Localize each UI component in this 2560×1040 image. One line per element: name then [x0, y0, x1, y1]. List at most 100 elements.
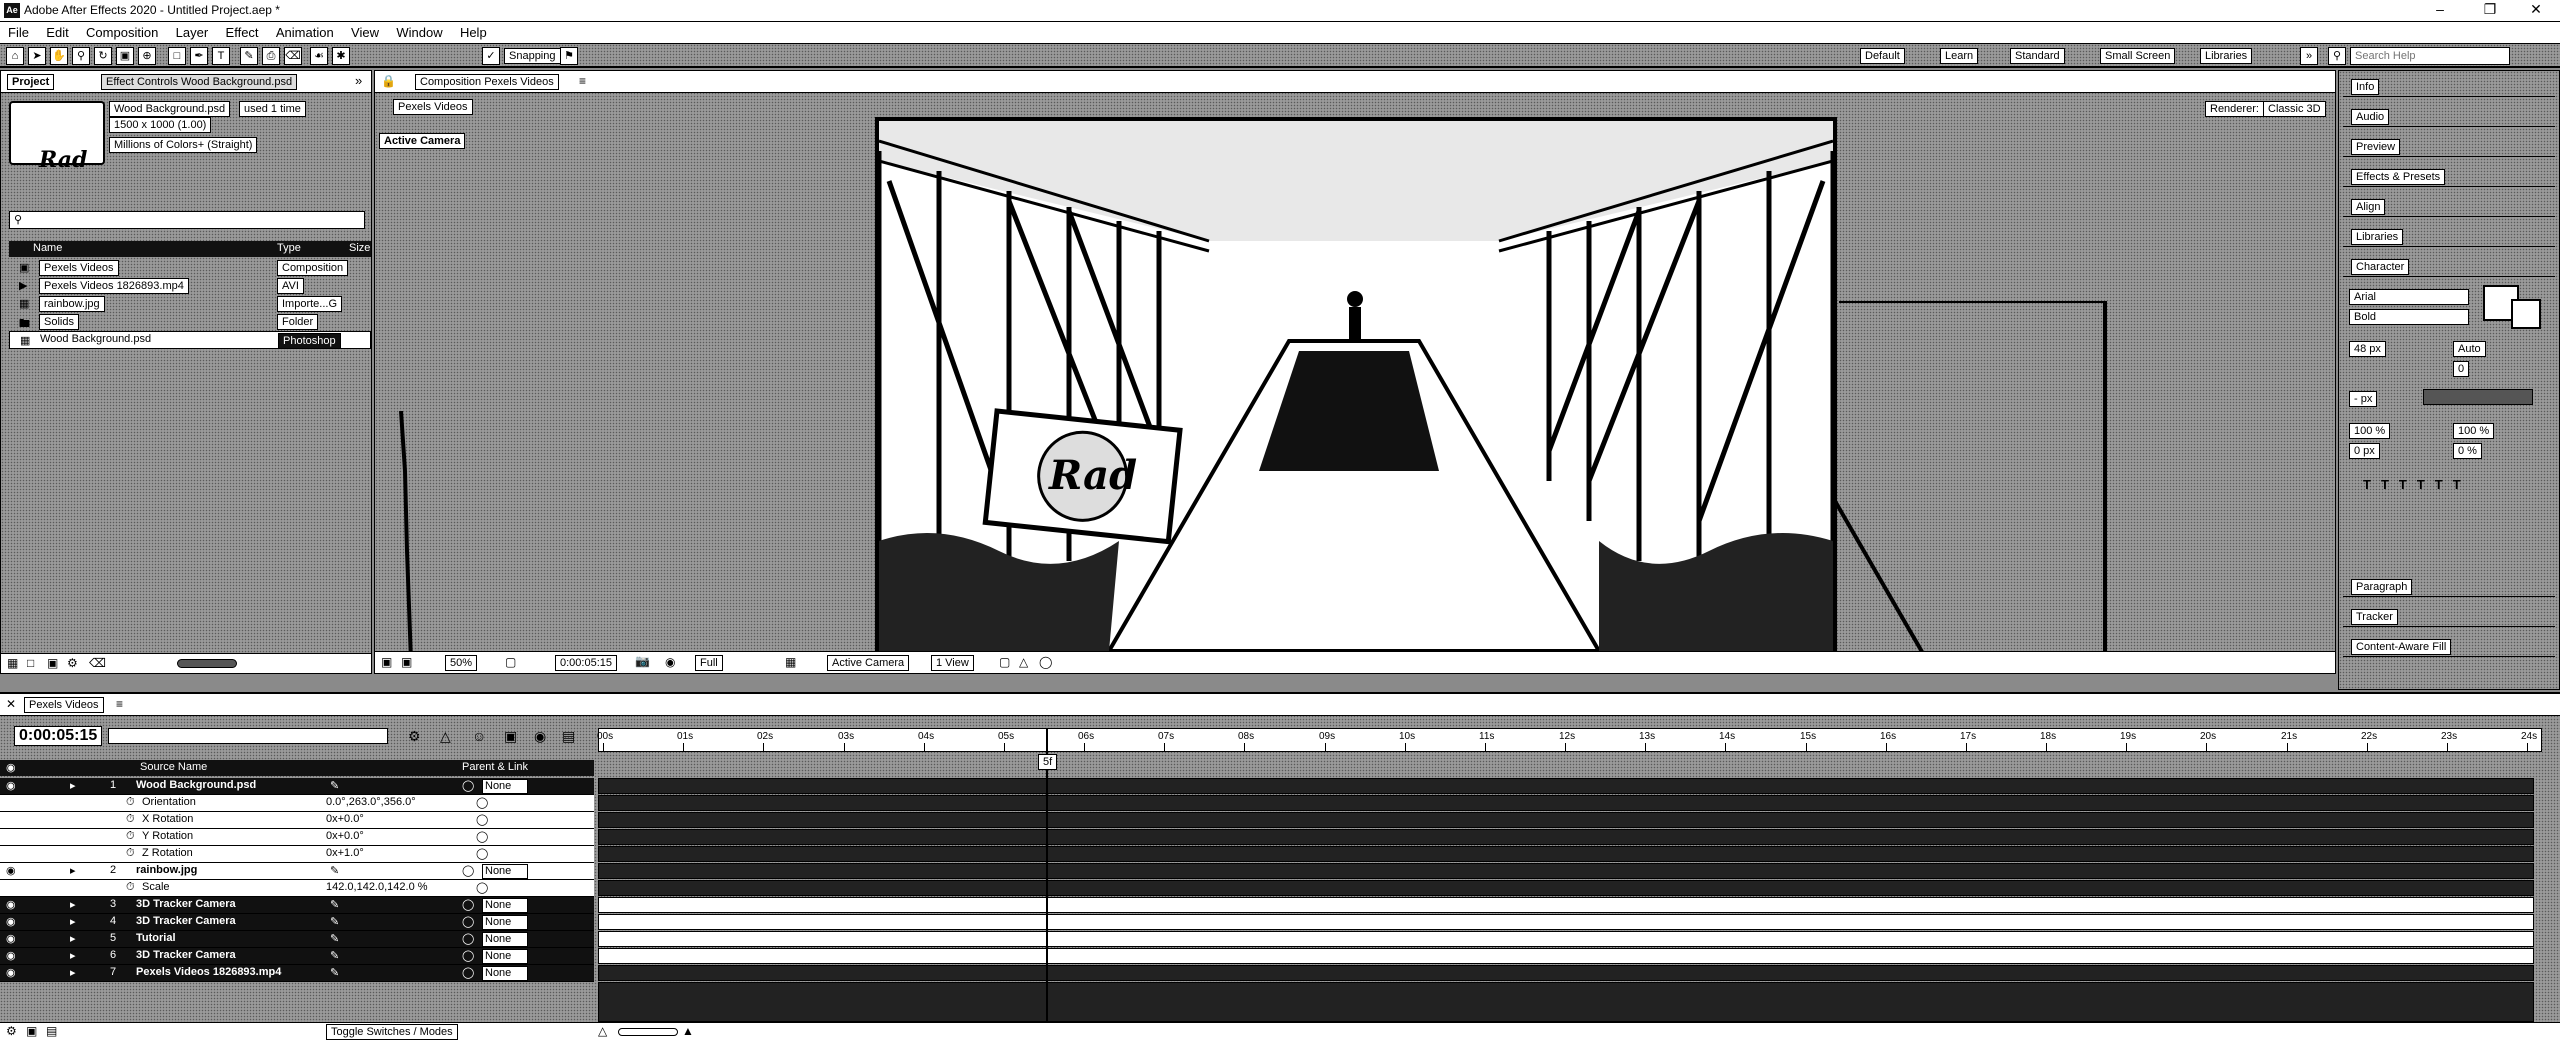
leading-field[interactable]: Auto	[2453, 341, 2486, 357]
always-preview-icon[interactable]: ▣	[381, 655, 392, 669]
list-item[interactable]: ▣ Pexels Videos Composition	[9, 259, 371, 277]
fast-previews-icon[interactable]: ▣	[401, 655, 412, 669]
layer-duration-bar[interactable]	[598, 880, 2534, 896]
expand-chevron-icon[interactable]: ▸	[70, 966, 76, 979]
property-row[interactable]: ⏱ Scale 142.0,142.0,142.0 % ◯	[0, 880, 594, 897]
workspace-overflow-icon[interactable]: »	[2300, 47, 2318, 65]
property-row[interactable]: ⏱ X Rotation 0x+0.0° ◯	[0, 812, 594, 829]
property-value[interactable]: 0x+0.0°	[326, 813, 364, 825]
current-time-indicator[interactable]	[1046, 728, 1048, 1038]
property-value[interactable]: 0.0°,263.0°,356.0°	[326, 796, 416, 808]
eye-icon[interactable]: ◉	[6, 915, 16, 928]
view-layout-dropdown[interactable]: 1 View	[931, 655, 974, 671]
workspace-learn[interactable]: Learn	[1940, 48, 1979, 64]
type-tool-icon[interactable]: T	[212, 47, 230, 65]
layer-duration-bar[interactable]	[598, 914, 2534, 930]
frame-blending-icon[interactable]: ▣	[504, 728, 517, 745]
tsume-field[interactable]: 0 %	[2453, 443, 2482, 459]
camera-view-dropdown[interactable]: Active Camera	[827, 655, 910, 671]
settings-icon[interactable]: ⚙	[67, 656, 78, 670]
parent-dropdown[interactable]: None	[482, 915, 529, 930]
snapshot-camera-icon[interactable]: 📷	[635, 654, 650, 668]
tab-timeline[interactable]: Pexels Videos	[24, 697, 104, 713]
font-style-dropdown[interactable]: Bold	[2349, 309, 2469, 325]
expand-chevron-icon[interactable]: ▸	[70, 898, 76, 911]
parent-dropdown[interactable]: None	[482, 949, 529, 964]
snapping-checkbox[interactable]: ✓	[482, 47, 500, 65]
toggle-switches-modes-button[interactable]: Toggle Switches / Modes	[326, 1024, 458, 1040]
switches-icon[interactable]: ✎	[330, 932, 339, 945]
list-item[interactable]: 🖿 Solids Folder	[9, 313, 371, 331]
parent-dropdown[interactable]: None	[482, 932, 529, 947]
snap-options-icon[interactable]: ⚑	[560, 47, 578, 65]
eye-icon[interactable]: ◉	[6, 966, 16, 979]
layer-duration-bar[interactable]	[598, 863, 2534, 879]
menu-effect[interactable]: Effect	[218, 22, 265, 40]
panel-audio[interactable]: Audio	[2343, 105, 2555, 127]
stopwatch-icon[interactable]: ⏱	[126, 813, 135, 826]
minimize-icon[interactable]: –	[2420, 1, 2460, 17]
draft-3d-icon[interactable]: △	[440, 728, 451, 745]
brush-tool-icon[interactable]: ✎	[240, 47, 258, 65]
composition-viewer[interactable]: Rad	[875, 117, 1837, 655]
current-time-display[interactable]: 0:00:05:15	[555, 655, 617, 671]
parent-dropdown[interactable]: None	[482, 898, 529, 913]
switches-icon[interactable]: ✎	[330, 864, 339, 877]
close-icon[interactable]: ✕	[2516, 1, 2556, 18]
expression-pick-whip-icon[interactable]: ◯	[476, 796, 488, 809]
stretch-icon[interactable]: ▤	[46, 1024, 57, 1038]
property-row[interactable]: ⏱ Z Rotation 0x+1.0° ◯	[0, 846, 594, 863]
property-value[interactable]: 142.0,142.0,142.0 %	[326, 881, 428, 893]
expression-pick-whip-icon[interactable]: ◯	[476, 847, 488, 860]
switches-icon[interactable]: ✎	[330, 915, 339, 928]
search-icon[interactable]: ⚲	[2328, 47, 2346, 65]
layer-row[interactable]: ◉ ▸ 6 3D Tracker Camera ✎ ◯ None	[0, 948, 594, 965]
delete-icon[interactable]: ⌫	[89, 656, 106, 670]
property-value[interactable]: 0x+1.0°	[326, 847, 364, 859]
pick-whip-icon[interactable]: ◯	[462, 915, 474, 928]
eye-icon[interactable]: ◉	[6, 898, 16, 911]
panel-info[interactable]: Info	[2343, 75, 2555, 97]
layer-switches-icon[interactable]: ⚙	[6, 1024, 17, 1038]
layer-duration-bar[interactable]	[598, 778, 2534, 794]
switches-icon[interactable]: ✎	[330, 898, 339, 911]
rectangle-tool-icon[interactable]: □	[168, 47, 186, 65]
eye-icon[interactable]: ◉	[6, 932, 16, 945]
menu-help[interactable]: Help	[452, 22, 493, 40]
baseline-shift-field[interactable]: 0 px	[2349, 443, 2380, 459]
list-item[interactable]: ▦ rainbow.jpg Importe...G	[9, 295, 371, 313]
pen-tool-icon[interactable]: ✒	[190, 47, 208, 65]
panel-overflow-icon[interactable]: »	[355, 73, 362, 88]
list-item[interactable]: ▶ Pexels Videos 1826893.mp4 AVI	[9, 277, 371, 295]
stopwatch-icon[interactable]: ⏱	[126, 847, 135, 860]
menu-composition[interactable]: Composition	[78, 22, 164, 40]
layer-search-input[interactable]	[108, 728, 388, 744]
panel-menu-icon[interactable]: ≡	[579, 74, 586, 88]
motion-blur-icon[interactable]: ◉	[534, 728, 546, 745]
menu-layer[interactable]: Layer	[168, 22, 215, 40]
zoom-in-icon[interactable]: ▲	[682, 1024, 694, 1038]
panel-character[interactable]: Character	[2343, 255, 2555, 277]
property-value[interactable]: 0x+0.0°	[326, 830, 364, 842]
workspace-standard[interactable]: Standard	[2010, 48, 2065, 64]
menu-edit[interactable]: Edit	[38, 22, 74, 40]
comp-mini-flowchart-icon[interactable]: ⚙	[408, 728, 421, 745]
expand-chevron-icon[interactable]: ▸	[70, 932, 76, 945]
panel-content-aware-fill[interactable]: Content-Aware Fill	[2343, 635, 2555, 657]
shy-icon[interactable]: ☺	[472, 728, 486, 744]
roto-brush-icon[interactable]: ☙	[310, 47, 328, 65]
tab-project[interactable]: Project	[7, 74, 55, 90]
switches-icon[interactable]: ✎	[330, 779, 339, 792]
layer-row[interactable]: ◉ ▸ 2 rainbow.jpg ✎ ◯ None	[0, 863, 594, 880]
bit-depth-slider[interactable]	[177, 659, 237, 668]
layer-duration-bar[interactable]	[598, 897, 2534, 913]
stopwatch-icon[interactable]: ⏱	[126, 881, 135, 894]
renderer-dropdown[interactable]: Classic 3D	[2263, 101, 2326, 117]
faux-style-buttons[interactable]: TTTTTT	[2363, 477, 2471, 492]
reset-exposure-icon[interactable]: ◯	[1039, 655, 1052, 669]
switches-icon[interactable]: ✎	[330, 949, 339, 962]
font-size-field[interactable]: 48 px	[2349, 341, 2386, 357]
current-time-display[interactable]: 0:00:05:15	[14, 726, 103, 746]
layer-duration-bar[interactable]	[598, 931, 2534, 947]
column-size[interactable]: Size	[349, 242, 370, 254]
